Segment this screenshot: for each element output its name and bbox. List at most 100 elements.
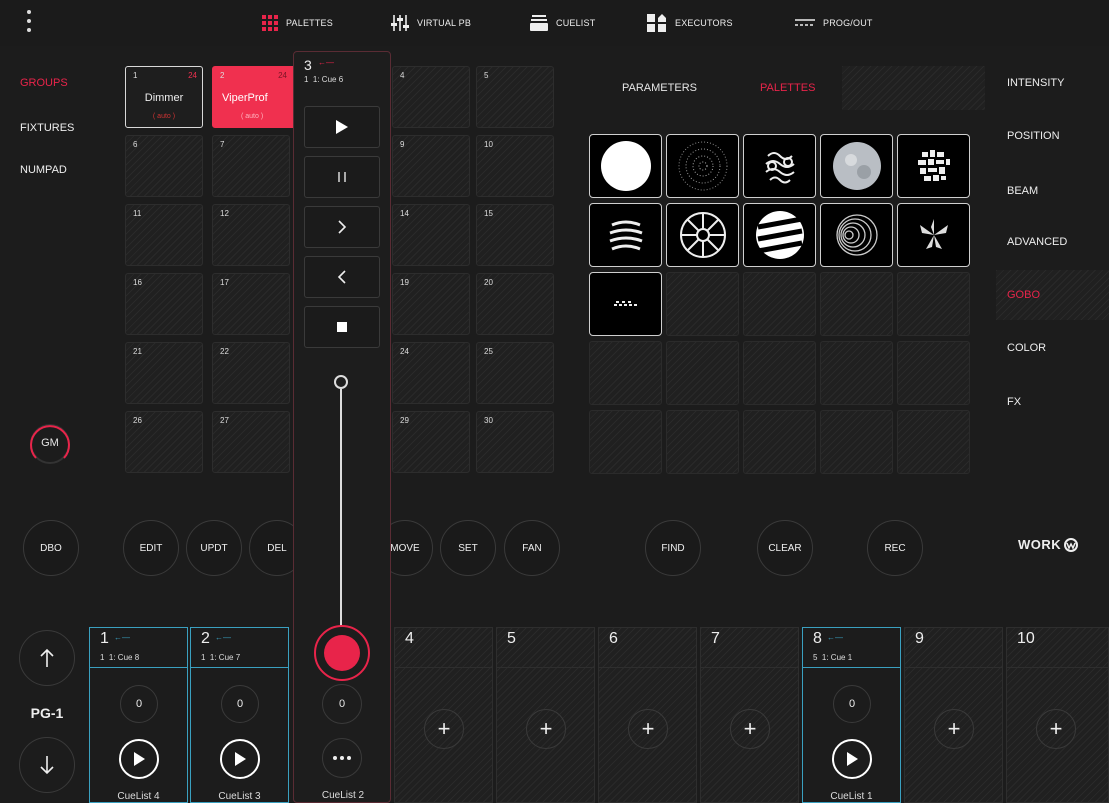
- add-executor-button[interactable]: +: [424, 709, 464, 749]
- group-cell[interactable]: 21: [125, 342, 203, 404]
- find-button[interactable]: FIND: [645, 520, 701, 576]
- add-executor-button[interactable]: +: [1036, 709, 1076, 749]
- group-cell-1[interactable]: 1 24 Dimmer ( auto ): [125, 66, 203, 128]
- palette-empty[interactable]: [666, 341, 739, 405]
- group-cell[interactable]: 14: [392, 204, 470, 266]
- group-cell[interactable]: 7: [212, 135, 290, 197]
- attr-fx[interactable]: FX: [1007, 396, 1021, 408]
- executor-knob[interactable]: 0: [833, 685, 871, 723]
- group-cell-2[interactable]: 2 24 ViperProf ( auto ): [212, 66, 296, 128]
- palette-empty[interactable]: [820, 341, 893, 405]
- group-cell[interactable]: 4: [392, 66, 470, 128]
- group-cell[interactable]: 6: [125, 135, 203, 197]
- play-button[interactable]: [220, 739, 260, 779]
- attr-advanced[interactable]: ADVANCED: [1007, 236, 1067, 248]
- palette-empty[interactable]: [666, 410, 739, 474]
- group-cell[interactable]: 15: [476, 204, 554, 266]
- palette-empty[interactable]: [589, 410, 662, 474]
- group-cell[interactable]: 30: [476, 411, 554, 473]
- executor-5[interactable]: 5 +: [496, 627, 595, 803]
- pause-button[interactable]: [304, 156, 380, 198]
- next-button[interactable]: [304, 206, 380, 248]
- executor-7[interactable]: 7 +: [700, 627, 799, 803]
- group-cell[interactable]: 20: [476, 273, 554, 335]
- dbo-button[interactable]: DBO: [23, 520, 79, 576]
- gobo-waves-icon[interactable]: [589, 203, 662, 267]
- attr-gobo[interactable]: GOBO: [1007, 289, 1040, 301]
- tab-palettes-sub[interactable]: PALETTES: [760, 66, 815, 110]
- palette-empty[interactable]: [820, 272, 893, 336]
- palette-empty[interactable]: [897, 272, 970, 336]
- palette-empty[interactable]: [743, 410, 816, 474]
- palette-empty[interactable]: [820, 410, 893, 474]
- group-cell[interactable]: 12: [212, 204, 290, 266]
- group-cell[interactable]: 26: [125, 411, 203, 473]
- executor-1[interactable]: 1 ←— 1 1: Cue 8 0 CueList 4: [89, 627, 188, 803]
- gobo-fan-icon[interactable]: [897, 203, 970, 267]
- gobo-swirl-icon[interactable]: [743, 134, 816, 198]
- left-numpad[interactable]: NUMPAD: [20, 164, 67, 176]
- set-button[interactable]: SET: [440, 520, 496, 576]
- executor-knob[interactable]: 0: [221, 685, 259, 723]
- fan-button[interactable]: FAN: [504, 520, 560, 576]
- fader-handle[interactable]: [314, 625, 370, 681]
- stop-button[interactable]: [304, 306, 380, 348]
- back-button[interactable]: [304, 256, 380, 298]
- group-cell[interactable]: 29: [392, 411, 470, 473]
- attr-beam[interactable]: BEAM: [1007, 185, 1038, 197]
- cuelist-knob[interactable]: 0: [322, 684, 362, 724]
- palette-empty[interactable]: [666, 272, 739, 336]
- updt-button[interactable]: UPDT: [186, 520, 242, 576]
- group-cell[interactable]: 9: [392, 135, 470, 197]
- left-groups[interactable]: GROUPS: [20, 77, 68, 89]
- group-cell[interactable]: 10: [476, 135, 554, 197]
- clear-button[interactable]: CLEAR: [757, 520, 813, 576]
- add-executor-button[interactable]: +: [934, 709, 974, 749]
- group-cell[interactable]: 24: [392, 342, 470, 404]
- palette-empty[interactable]: [743, 341, 816, 405]
- tab-palettes[interactable]: PALETTES: [262, 12, 333, 34]
- gobo-dashes-icon[interactable]: [589, 272, 662, 336]
- palette-empty[interactable]: [743, 272, 816, 336]
- gobo-open-icon[interactable]: [589, 134, 662, 198]
- rec-button[interactable]: REC: [867, 520, 923, 576]
- attr-position[interactable]: POSITION: [1007, 130, 1060, 142]
- play-button[interactable]: [832, 739, 872, 779]
- executor-4[interactable]: 4 +: [394, 627, 493, 803]
- palette-empty[interactable]: [897, 410, 970, 474]
- tab-cuelist[interactable]: CUELIST: [530, 12, 595, 34]
- menu-icon[interactable]: [24, 10, 34, 32]
- group-cell[interactable]: 11: [125, 204, 203, 266]
- add-executor-button[interactable]: +: [628, 709, 668, 749]
- group-cell[interactable]: 17: [212, 273, 290, 335]
- tab-parameters[interactable]: PARAMETERS: [622, 66, 697, 110]
- group-cell[interactable]: 16: [125, 273, 203, 335]
- palette-empty[interactable]: [897, 341, 970, 405]
- play-button[interactable]: [119, 739, 159, 779]
- gobo-flower-icon[interactable]: [666, 203, 739, 267]
- left-fixtures[interactable]: FIXTURES: [20, 122, 74, 134]
- attr-intensity[interactable]: INTENSITY: [1007, 77, 1064, 89]
- group-cell[interactable]: 19: [392, 273, 470, 335]
- page-up-button[interactable]: [19, 630, 75, 686]
- executor-6[interactable]: 6 +: [598, 627, 697, 803]
- add-executor-button[interactable]: +: [526, 709, 566, 749]
- gobo-texture-icon[interactable]: [820, 134, 893, 198]
- tab-virtual-pb[interactable]: VIRTUAL PB: [391, 12, 471, 34]
- executor-9[interactable]: 9 +: [904, 627, 1003, 803]
- gobo-dots-icon[interactable]: [666, 134, 739, 198]
- tab-executors[interactable]: EXECUTORS: [647, 12, 733, 34]
- page-down-button[interactable]: [19, 737, 75, 793]
- gm-button[interactable]: GM: [28, 422, 72, 466]
- executor-10[interactable]: 10 +: [1006, 627, 1109, 803]
- tab-prog-out[interactable]: PROG/OUT: [795, 12, 873, 34]
- executor-8[interactable]: 8 ←— 5 1: Cue 1 0 CueList 1: [802, 627, 901, 803]
- edit-button[interactable]: EDIT: [123, 520, 179, 576]
- group-cell[interactable]: 22: [212, 342, 290, 404]
- palette-empty[interactable]: [589, 341, 662, 405]
- gobo-stripes-icon[interactable]: [743, 203, 816, 267]
- more-button[interactable]: [322, 738, 362, 778]
- group-cell[interactable]: 5: [476, 66, 554, 128]
- attr-color[interactable]: COLOR: [1007, 342, 1046, 354]
- gobo-rings-icon[interactable]: [820, 203, 893, 267]
